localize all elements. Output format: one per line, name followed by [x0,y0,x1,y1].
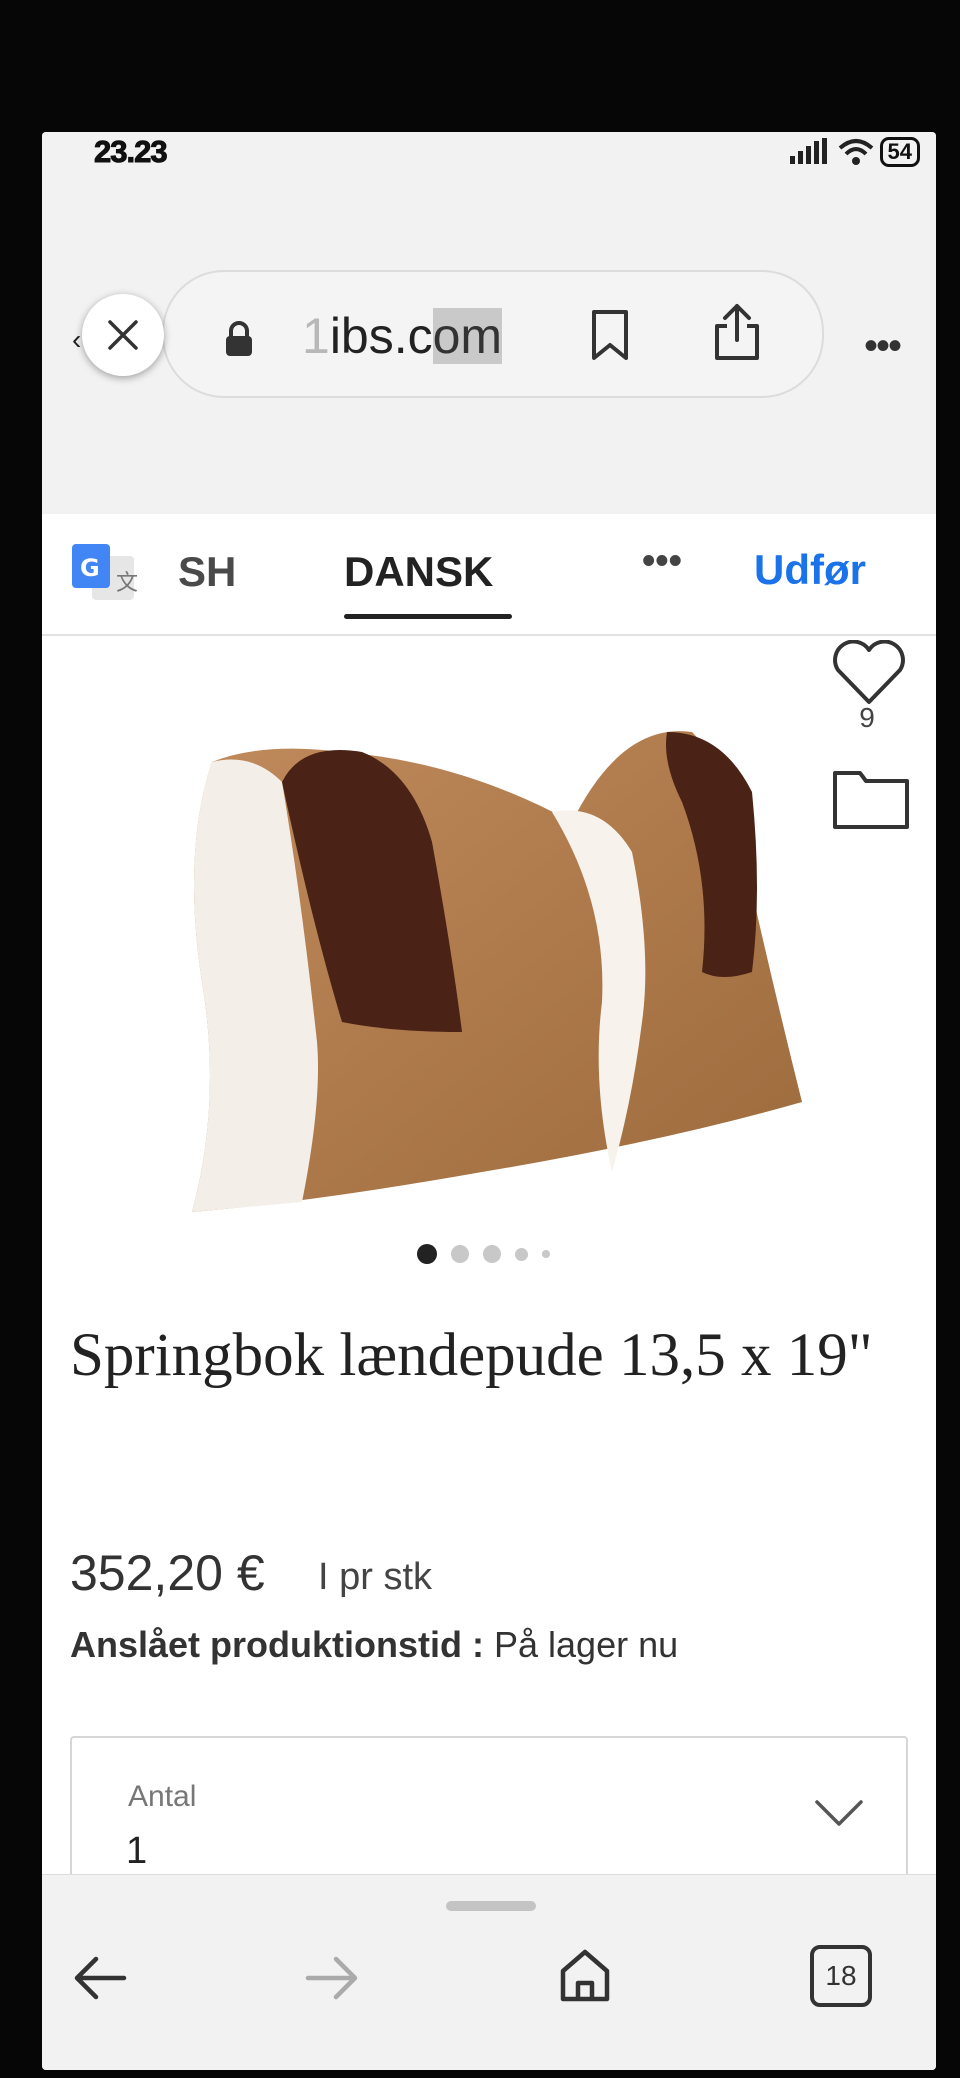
battery-indicator: 54 [879,137,920,167]
status-bar: 23.23 54 [42,132,936,174]
active-tab-indicator [344,614,512,619]
tab-target-language[interactable]: DANSK [344,548,493,596]
more-icon[interactable]: ••• [864,324,902,369]
quantity-label: Antal [128,1780,197,1813]
signal-icon [789,138,827,164]
browser-bottom-bar: 18 [42,1874,936,2070]
home-icon[interactable] [557,1947,613,2003]
chevron-down-icon [815,1800,863,1826]
phone-screen: 23.23 54 ‹ 1ibs.com ••• 文 G SH DANSK •••… [42,132,936,2070]
google-translate-icon: 文 G [72,544,138,600]
production-time-value: På lager nu [484,1624,679,1665]
status-time: 23.23 [94,134,169,170]
url-dim-part: 1 [302,308,330,364]
back-hint-icon: ‹ [72,324,82,355]
image-pagination [417,1244,550,1264]
bookmark-icon[interactable] [590,309,630,361]
url-text[interactable]: 1ibs.com [302,307,503,365]
url-main-part: ibs.c [329,308,433,364]
product-price: 352,20 € [70,1545,265,1601]
pagination-dot[interactable] [451,1245,469,1263]
close-icon [108,320,138,350]
share-icon[interactable] [712,302,762,362]
status-icons: 54 [788,136,920,168]
tab-source-language[interactable]: SH [178,548,236,596]
url-highlight-part: om [432,308,503,364]
price-unit: I pr stk [318,1556,433,1598]
lock-icon [226,321,252,356]
pagination-dot[interactable] [542,1250,550,1258]
product-image[interactable] [162,702,862,1222]
tab-count-button[interactable]: 18 [810,1945,872,2007]
heart-icon[interactable] [832,640,906,706]
translate-more-button[interactable]: ••• [642,540,682,583]
drag-handle[interactable] [446,1901,536,1911]
pagination-dot[interactable] [515,1247,528,1261]
quantity-value: 1 [126,1830,148,1872]
product-title: Springbok lændepude 13,5 x 19" [70,1322,873,1389]
production-time-label: Anslået produktionstid : [70,1624,484,1665]
back-arrow-icon[interactable] [72,1953,128,2003]
pagination-dot-active[interactable] [417,1244,437,1264]
svg-text:G: G [80,554,100,582]
pagination-dot[interactable] [483,1245,501,1263]
svg-text:文: 文 [116,571,138,596]
production-time: Anslået produktionstid : På lager nu [70,1624,678,1666]
wifi-icon [838,139,873,165]
forward-arrow-icon[interactable] [304,1953,360,2003]
translate-bar: 文 G SH DANSK ••• Udfør [42,514,936,636]
close-button[interactable] [82,294,164,376]
done-button[interactable]: Udfør [754,546,866,594]
browser-url-area: ‹ 1ibs.com ••• [42,174,936,514]
